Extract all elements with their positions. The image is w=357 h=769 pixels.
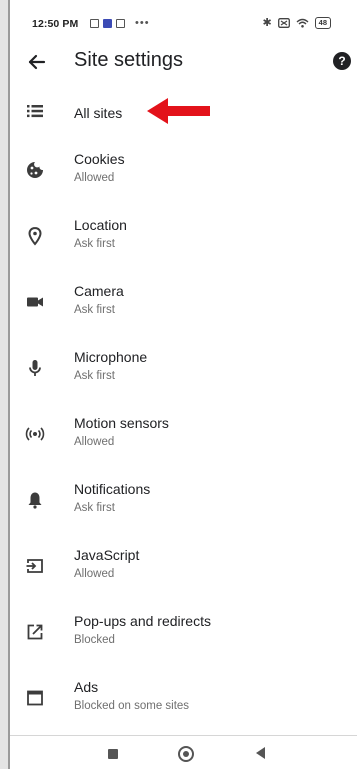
setting-label: Pop-ups and redirects <box>74 613 211 629</box>
sensors-icon <box>25 427 45 441</box>
videocam-icon <box>27 297 43 307</box>
location-pin-icon <box>28 226 42 246</box>
setting-label: Notifications <box>74 481 151 497</box>
setting-row-popups[interactable]: Pop-ups and redirects Blocked <box>10 599 357 665</box>
sim-icon <box>277 17 290 28</box>
wifi-icon <box>296 18 309 28</box>
notification-app-icon <box>116 18 125 28</box>
setting-label: Cookies <box>74 151 125 167</box>
setting-status: Ask first <box>74 370 115 382</box>
setting-label: Motion sensors <box>74 415 169 431</box>
help-button[interactable]: ? <box>333 52 351 70</box>
setting-label: Location <box>74 217 127 233</box>
setting-status: Blocked <box>74 634 115 646</box>
setting-status: Allowed <box>74 568 115 580</box>
cookie-icon <box>27 162 43 178</box>
arrow-left-icon <box>28 54 46 70</box>
setting-row-microphone[interactable]: Microphone Ask first <box>10 335 357 401</box>
more-notifications-dots: ••• <box>135 17 150 29</box>
setting-status: Ask first <box>74 304 115 316</box>
setting-label: Ads <box>74 679 99 695</box>
ads-window-icon <box>27 690 43 706</box>
setting-label: All sites <box>74 105 123 121</box>
triangle-back-icon[interactable] <box>256 747 265 759</box>
red-arrow-icon <box>147 98 210 124</box>
setting-row-notifications[interactable]: Notifications Ask first <box>10 467 357 533</box>
status-time: 12:50 PM <box>32 18 79 30</box>
setting-row-javascript[interactable]: JavaScript Allowed <box>10 533 357 599</box>
bell-icon <box>28 492 42 509</box>
setting-row-camera[interactable]: Camera Ask first <box>10 269 357 335</box>
back-button[interactable] <box>24 49 50 75</box>
setting-row-motion-sensors[interactable]: Motion sensors Allowed <box>10 401 357 467</box>
mic-icon <box>29 360 41 376</box>
site-settings-list: All sites Cookies Allowed Location Ask f… <box>10 85 357 731</box>
app-header: Site settings ? <box>10 44 357 82</box>
notification-app-icon <box>103 18 112 28</box>
battery-icon: 48 <box>314 16 331 29</box>
system-icons: ✱ 48 <box>262 16 331 29</box>
javascript-icon <box>26 559 43 573</box>
notification-app-icon <box>90 18 99 28</box>
screen-left-edge <box>0 0 8 769</box>
setting-row-cookies[interactable]: Cookies Allowed <box>10 137 357 203</box>
setting-status: Ask first <box>74 238 115 250</box>
setting-status: Allowed <box>74 172 115 184</box>
open-in-new-icon <box>27 624 43 640</box>
notification-icons: ••• <box>90 17 150 29</box>
list-icon <box>27 105 43 118</box>
setting-status: Allowed <box>74 436 115 448</box>
setting-label: Microphone <box>74 349 148 365</box>
setting-label: Camera <box>74 283 124 299</box>
setting-row-location[interactable]: Location Ask first <box>10 203 357 269</box>
setting-row-ads[interactable]: Ads Blocked on some sites <box>10 665 357 731</box>
page-title: Site settings <box>74 49 183 71</box>
bluetooth-icon: ✱ <box>262 17 272 29</box>
setting-label: JavaScript <box>74 547 140 563</box>
setting-status: Ask first <box>74 502 115 514</box>
setting-status: Blocked on some sites <box>74 700 190 712</box>
square-icon[interactable] <box>108 749 118 759</box>
help-icon: ? <box>338 54 346 68</box>
system-nav-bar <box>10 736 357 769</box>
circle-home-icon[interactable] <box>178 746 194 762</box>
